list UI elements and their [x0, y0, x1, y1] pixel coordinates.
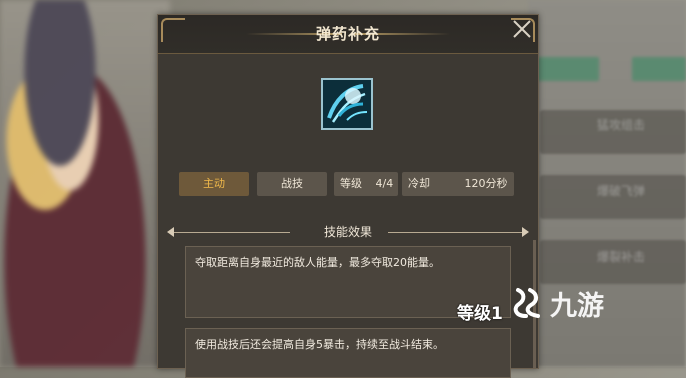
skill-type-label: 主动 [203, 177, 225, 190]
skill-level-value: 4/4 [375, 177, 394, 190]
skill-cooldown-label: 冷却 [408, 177, 430, 190]
close-button[interactable] [507, 14, 537, 44]
dialog-header: 弹药补充 [158, 15, 538, 54]
dialog-title: 弹药补充 [315, 25, 380, 43]
background-character [0, 0, 170, 367]
ammo-refill-skill-icon [321, 78, 373, 130]
skill-level-chip: 等级 4/4 [334, 172, 398, 196]
skill-level-label: 等级 [340, 177, 362, 190]
skill-effect-entry: 使用战技后还会提高自身5暴击，持续至战斗结束。 [185, 328, 511, 378]
watermark-icon [513, 288, 540, 318]
section-divider [388, 232, 523, 233]
section-arrow-right-icon [522, 227, 529, 237]
background-skill-label: 爆破飞弹 [597, 184, 646, 198]
background-skill-label: 猛攻组击 [597, 118, 646, 132]
watermark-logo: 九游 [510, 278, 660, 328]
watermark-text: 九游 [550, 290, 604, 322]
skill-type-tag: 主动 [179, 172, 249, 196]
background-green-button [632, 57, 686, 81]
level-overlay-text: 等级1 [457, 304, 503, 324]
skill-effect-text: 使用战技后还会提高自身5暴击，持续至战斗结束。 [195, 338, 444, 351]
skill-category-label: 战技 [281, 177, 303, 190]
skill-category-tag: 战技 [257, 172, 327, 196]
background-green-button [537, 57, 599, 81]
close-icon [513, 20, 531, 38]
skill-cooldown-value: 120分秒 [464, 177, 508, 190]
background-skill-label: 爆裂补击 [597, 250, 646, 264]
skill-effect-text: 夺取距离自身最近的敌人能量，最多夺取20能量。 [195, 256, 440, 269]
skill-cooldown-chip: 冷却 120分秒 [402, 172, 514, 196]
